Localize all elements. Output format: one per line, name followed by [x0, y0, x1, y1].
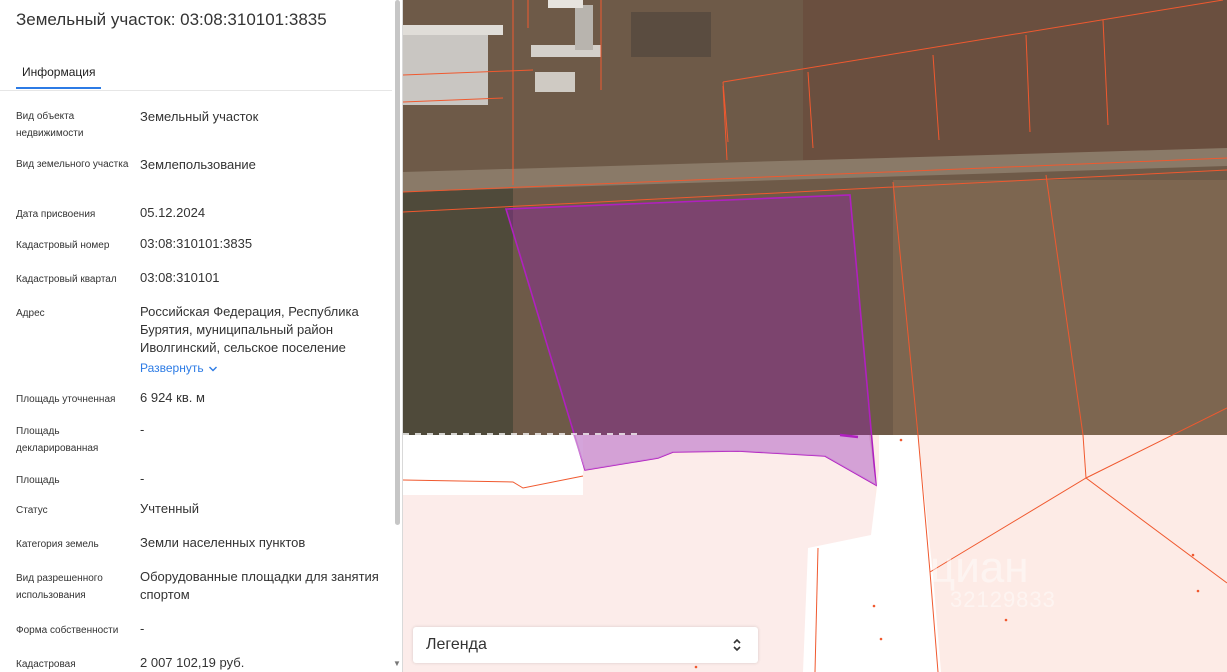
scroll-down-arrow-icon[interactable]: ▼	[393, 659, 401, 668]
tab-information[interactable]: Информация	[16, 56, 102, 89]
building-roof	[631, 12, 711, 57]
attribute-label: Кадастровая	[16, 659, 76, 670]
watermark-phone: 32129833	[950, 587, 1056, 612]
chevron-down-icon	[208, 366, 217, 372]
legend-label: Легенда	[426, 636, 487, 653]
building-roof	[403, 30, 488, 105]
building-roof	[535, 72, 575, 92]
legend-dropdown[interactable]: Легенда	[413, 627, 758, 663]
attribute-label: Вид земельного участка	[16, 159, 129, 170]
attribute-label: Форма собственности	[16, 625, 119, 636]
watermark-text: циан	[930, 543, 1029, 592]
expand-link[interactable]: Развернуть	[140, 361, 218, 375]
attribute-value: Оборудованные площадки для занятия спорт…	[140, 569, 379, 602]
map-point	[1004, 618, 1008, 622]
panel-scrollbar[interactable]: ▼	[392, 0, 402, 672]
attribute-label: Вид объекта недвижимости	[16, 111, 84, 139]
expand-label: Развернуть	[140, 361, 204, 375]
attribute-value: 6 924 кв. м	[140, 390, 205, 405]
map-view[interactable]: циан 32129833	[403, 0, 1227, 672]
attribute-label: Категория земель	[16, 539, 99, 550]
attribute-value: 03:08:310101	[140, 270, 220, 285]
attribute-label: Дата присвоения	[16, 209, 96, 220]
building-roof	[548, 0, 583, 8]
chevron-up-down-icon	[733, 638, 741, 652]
cian-logo-icon	[883, 537, 922, 585]
attribute-label: Адрес	[16, 308, 45, 319]
attribute-value: Земли населенных пунктов	[140, 535, 306, 550]
building-roof	[403, 25, 503, 35]
attribute-value: -	[140, 471, 145, 486]
attribute-label: Вид разрешенного использования	[16, 573, 103, 601]
building-roof	[575, 5, 593, 50]
map-point	[879, 637, 883, 641]
attribute-label: Статус	[16, 505, 48, 516]
plan-road-white	[403, 435, 583, 495]
attribute-value: Землепользование	[140, 157, 256, 172]
attribute-value: Земельный участок	[140, 109, 259, 124]
attribute-value: -	[140, 422, 145, 437]
satellite-field-right	[893, 180, 1227, 435]
map-point	[899, 438, 903, 442]
attribute-value: 2 007 102,19 руб.	[140, 655, 245, 670]
attribute-label: Кадастровый номер	[16, 240, 110, 251]
map-point	[872, 604, 876, 608]
map-canvas[interactable]	[403, 0, 1227, 672]
tab-bar: Информация	[0, 56, 392, 91]
panel-title: Земельный участок: 03:08:310101:3835	[16, 10, 327, 29]
satellite-plots-top	[803, 0, 1227, 160]
map-point	[1196, 589, 1200, 593]
scroll-thumb[interactable]	[395, 0, 400, 525]
attribute-value: Учтенный	[140, 501, 200, 516]
attribute-value: 05.12.2024	[140, 205, 206, 220]
map-point	[694, 665, 698, 669]
address-value: Российская Федерация, Республика Бурятия…	[140, 304, 359, 355]
attribute-value: -	[140, 621, 145, 636]
attribute-value: 03:08:310101:3835	[140, 236, 253, 251]
map-point	[1191, 553, 1195, 557]
info-panel: Земельный участок: 03:08:310101:3835 Инф…	[0, 0, 403, 672]
attribute-label: Кадастровый квартал	[16, 274, 117, 285]
attribute-label: Площадь декларированная	[16, 426, 99, 454]
satellite-dark-field	[403, 185, 513, 435]
attribute-label: Площадь уточненная	[16, 394, 116, 405]
attribute-label: Площадь	[16, 475, 60, 486]
